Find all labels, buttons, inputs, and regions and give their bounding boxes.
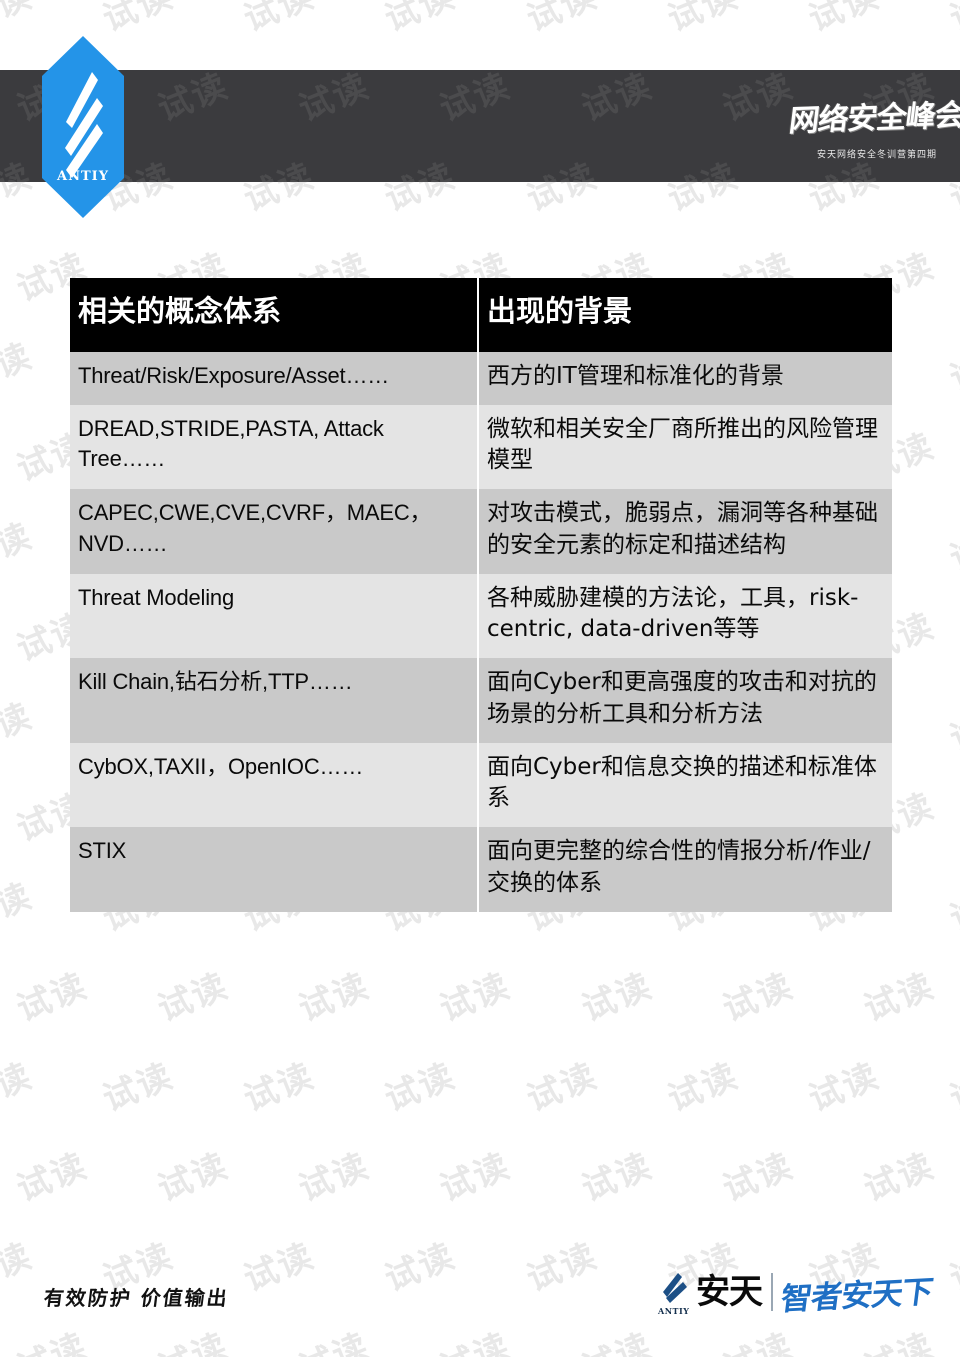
watermark-text: 试读 (944, 875, 960, 940)
concepts-table: 相关的概念体系 出现的背景 Threat/Risk/Exposure/Asset… (70, 278, 892, 912)
antiy-mark-icon: ANTIY (658, 1270, 692, 1316)
antiy-tagline: 智者安天下 (778, 1273, 935, 1318)
watermark-text: 试读 (855, 1318, 940, 1357)
watermark-text: 试读 (152, 965, 235, 1030)
watermark-text: 试读 (944, 695, 960, 760)
table-row: CAPEC,CWE,CVE,CVRF，MAEC，NVD…… 对攻击模式，脆弱点，… (70, 489, 892, 574)
watermark-text: 试读 (8, 1318, 93, 1357)
watermark-text: 试读 (152, 1145, 235, 1210)
watermark-text: 试读 (379, 1055, 462, 1120)
watermark-text: 试读 (573, 1318, 658, 1357)
table-row: STIX 面向更完整的综合性的情报分析/作业/交换的体系 (70, 827, 892, 912)
cell-background: 面向Cyber和信息交换的描述和标准体系 (477, 742, 892, 828)
watermark-text: 试读 (238, 0, 321, 40)
watermark-text: 试读 (521, 1055, 603, 1120)
cell-background: 对攻击模式，脆弱点，漏洞等各种基础的安全元素的标定和描述结构 (477, 489, 892, 574)
watermark-text: 试读 (0, 0, 39, 40)
watermark-text: 试读 (11, 1145, 94, 1210)
watermark-text: 试读 (944, 1235, 960, 1300)
watermark-text: 试读 (858, 965, 941, 1030)
table-header-row: 相关的概念体系 出现的背景 (70, 278, 892, 352)
watermark-row: 试读试读试读试读试读试读试读试读 (11, 1146, 960, 1210)
watermark-text: 试读 (238, 1235, 321, 1300)
column-header-concept: 相关的概念体系 (70, 278, 478, 352)
table-row: Threat/Risk/Exposure/Asset…… 西方的IT管理和标准化… (70, 352, 892, 405)
watermark-text: 试读 (662, 0, 744, 40)
watermark-row: 试读 试读 试读 试读 试读 试读 试读 试读 (0, 0, 960, 40)
table-row: Threat Modeling 各种威胁建模的方法论，工具，risk-centr… (70, 573, 892, 659)
cell-background: 面向更完整的综合性的情报分析/作业/交换的体系 (477, 827, 892, 912)
cell-concept: STIX (70, 827, 478, 912)
watermark-text: 试读 (0, 695, 39, 760)
watermark-text: 试读 (379, 1235, 462, 1300)
table-row: DREAD,STRIDE,PASTA, Attack Tree…… 微软和相关安… (70, 404, 892, 490)
watermark-text: 试读 (803, 1055, 886, 1120)
watermark-text: 试读 (293, 965, 376, 1030)
watermark-text: 试读 (576, 1145, 658, 1210)
watermark-text: 试读 (293, 1145, 376, 1210)
cell-concept: CybOX,TAXII，OpenIOC…… (70, 742, 478, 828)
watermark-text: 试读 (0, 1235, 39, 1300)
watermark-text: 试读 (434, 1145, 517, 1210)
watermark-text: 试读 (717, 1145, 799, 1210)
logo-divider (771, 1273, 773, 1311)
watermark-text: 试读 (944, 1055, 960, 1120)
summit-subtitle: 安天网络安全冬训营第四期 (816, 149, 937, 161)
antiy-feather-icon (65, 72, 103, 178)
watermark-text: 试读 (944, 515, 960, 580)
cell-background: 西方的IT管理和标准化的背景 (477, 352, 892, 405)
cell-concept: Threat Modeling (70, 573, 478, 659)
watermark-text: 试读 (97, 0, 180, 40)
watermark-text: 试读 (238, 1055, 321, 1120)
watermark-text: 试读 (662, 1055, 744, 1120)
badge-wordmark: ANTIY (56, 169, 109, 184)
watermark-text: 试读 (379, 0, 462, 40)
watermark-text: 试读 (717, 965, 799, 1030)
watermark-text: 试读 (521, 1235, 603, 1300)
watermark-row: 试读试读试读试读试读试读试读试读 (11, 1326, 960, 1357)
watermark-text: 试读 (434, 965, 517, 1030)
watermark-text: 试读 (576, 965, 658, 1030)
watermark-text: 试读 (432, 1318, 517, 1357)
watermark-text: 试读 (858, 1145, 941, 1210)
antiy-footer-logo: ANTIY 安天 智者安天下 (658, 1262, 934, 1322)
footer-slogan: 有效防护 价值输出 (42, 1286, 231, 1310)
cell-concept: CAPEC,CWE,CVE,CVRF，MAEC，NVD…… (70, 489, 478, 574)
watermark-text: 试读 (0, 1055, 39, 1120)
watermark-row: 试读试读试读试读试读试读试读试读 (11, 966, 960, 1030)
watermark-text: 试读 (291, 1318, 376, 1357)
column-header-background: 出现的背景 (477, 278, 892, 352)
antiy-badge-logo: ANTIY (42, 36, 124, 218)
cell-background: 微软和相关安全厂商所推出的风险管理模型 (477, 404, 892, 490)
watermark-text: 试读 (803, 0, 886, 40)
watermark-text: 试读 (521, 0, 603, 40)
watermark-text: 试读 (0, 875, 39, 940)
antiy-latin-wordmark: ANTIY (658, 1306, 690, 1316)
watermark-text: 试读 (97, 1055, 180, 1120)
watermark-text: 试读 (944, 335, 960, 400)
watermark-text: 试读 (714, 1318, 799, 1357)
table-row: Kill Chain,钻石分析,TTP…… 面向Cyber和更高强度的攻击和对抗… (70, 658, 892, 743)
watermark-text: 试读 (0, 335, 39, 400)
cell-concept: Kill Chain,钻石分析,TTP…… (70, 658, 478, 743)
table-body: Threat/Risk/Exposure/Asset…… 西方的IT管理和标准化… (70, 352, 892, 912)
antiy-cn-wordmark: 安天 (696, 1272, 763, 1312)
summit-title: 网络安全峰会 (786, 97, 960, 139)
cell-concept: Threat/Risk/Exposure/Asset…… (70, 352, 478, 405)
cell-background: 面向Cyber和更高强度的攻击和对抗的场景的分析工具和分析方法 (477, 658, 892, 743)
watermark-text: 试读 (150, 1318, 235, 1357)
watermark-row: 试读试读试读试读试读试读试读试读 (0, 1056, 960, 1120)
watermark-text: 试读 (0, 515, 39, 580)
cell-concept: DREAD,STRIDE,PASTA, Attack Tree…… (70, 404, 478, 490)
watermark-text: 试读 (11, 965, 94, 1030)
watermark-text: 试读 (944, 0, 960, 40)
table-row: CybOX,TAXII，OpenIOC…… 面向Cyber和信息交换的描述和标准… (70, 742, 892, 828)
summit-calligraphy-logo: 网络安全峰会 安天网络安全冬训营第四期 (787, 76, 960, 176)
cell-background: 各种威胁建模的方法论，工具，risk-centric, data-driven等… (477, 573, 892, 659)
